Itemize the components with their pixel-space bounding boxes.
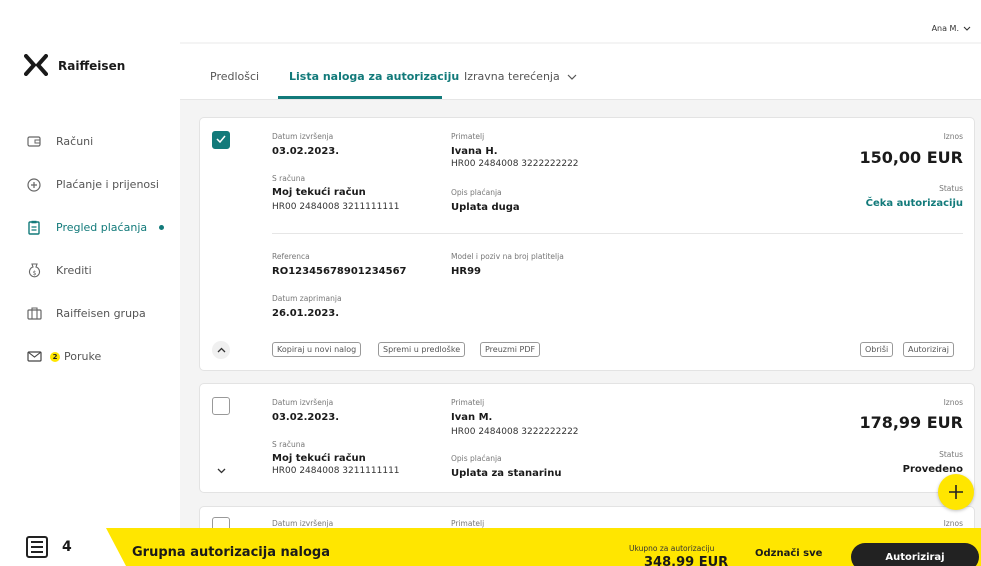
from-account-label: S računa xyxy=(272,174,306,183)
sidebar-item-label: Pregled plaćanja xyxy=(56,221,148,234)
chevron-down-icon xyxy=(963,24,971,33)
copy-to-new-order-button[interactable]: Kopiraj u novi nalog xyxy=(272,342,362,357)
status-label: Status xyxy=(939,184,963,193)
authorize-order-button[interactable]: Autoriziraj xyxy=(903,342,954,357)
amount-label: Iznos xyxy=(943,519,963,528)
selected-count: 4 xyxy=(62,539,72,555)
tab-lista-naloga[interactable]: Lista naloga za autorizaciju xyxy=(289,70,459,83)
sidebar-item-krediti[interactable]: $ Krediti xyxy=(0,249,180,292)
chevron-up-icon xyxy=(217,347,225,353)
execution-date: 03.02.2023. xyxy=(272,412,340,423)
sidebar-item-label: Računi xyxy=(56,135,94,148)
plus-icon xyxy=(949,485,963,499)
model-value: HR99 xyxy=(451,266,481,277)
expand-button[interactable] xyxy=(212,462,230,480)
sidebar-item-label: Raiffeisen grupa xyxy=(56,307,146,320)
money-bag-icon: $ xyxy=(26,263,42,279)
list-icon xyxy=(26,536,48,558)
collapse-button[interactable] xyxy=(212,341,230,359)
received-date: 26.01.2023. xyxy=(272,308,340,319)
payee-iban: HR00 2484008 3222222222 xyxy=(451,159,579,169)
model-label: Model i poziv na broj platitelja xyxy=(451,252,564,261)
payee-label: Primatelj xyxy=(451,519,485,528)
amount-label: Iznos xyxy=(943,132,963,141)
sidebar-item-racuni[interactable]: Računi xyxy=(0,120,180,163)
active-indicator-dot xyxy=(159,225,165,230)
card-divider xyxy=(272,233,963,234)
tab-predlosci[interactable]: Predlošci xyxy=(210,70,259,83)
status-value: Čeka autorizaciju xyxy=(865,198,963,209)
payment-description: Uplata duga xyxy=(451,202,520,213)
plus-circle-icon xyxy=(26,177,42,193)
payee-name: Ivan M. xyxy=(451,412,493,423)
authorize-all-button[interactable]: Autoriziraj xyxy=(851,543,979,566)
group-authorization-bar: 4 Grupna autorizacija naloga Ukupno za a… xyxy=(0,528,981,566)
tab-label: Izravna terećenja xyxy=(464,70,560,83)
payment-amount: 178,99 EUR xyxy=(859,413,963,432)
payee-iban: HR00 2484008 3222222222 xyxy=(451,427,579,437)
delete-button[interactable]: Obriši xyxy=(860,342,894,357)
chevron-down-icon xyxy=(567,70,577,83)
payment-amount: 150,00 EUR xyxy=(859,148,963,167)
total-amount: 348,99 EUR xyxy=(644,555,729,566)
reference-value: RO12345678901234567 xyxy=(272,266,407,277)
reference-label: Referenca xyxy=(272,252,310,261)
payee-label: Primatelj xyxy=(451,398,485,407)
active-tab-indicator xyxy=(278,96,442,99)
user-menu[interactable]: Ana M. xyxy=(932,24,971,33)
brand-name: Raiffeisen xyxy=(58,59,126,73)
unread-badge: 2 xyxy=(50,351,60,362)
unmark-all-button[interactable]: Odznači sve xyxy=(755,548,822,559)
brand-logo[interactable]: Raiffeisen xyxy=(24,54,125,78)
payment-order-card: Datum izvršenja 03.02.2023. S računa Moj… xyxy=(199,117,975,371)
payment-order-card: Datum izvršenja 03.02.2023. S računa Moj… xyxy=(199,383,975,493)
save-to-templates-button[interactable]: Spremi u predloške xyxy=(378,342,466,357)
tab-bar: Predlošci Lista naloga za autorizaciju I… xyxy=(180,44,981,100)
status-label: Status xyxy=(939,450,963,459)
sidebar-item-raiffeisen-grupa[interactable]: Raiffeisen grupa xyxy=(0,292,180,335)
from-account-iban: HR00 2484008 3211111111 xyxy=(272,202,400,212)
sidebar-item-poruke[interactable]: 2 Poruke xyxy=(0,335,180,378)
payee-name: Ivana H. xyxy=(451,146,498,157)
sidebar-nav: Računi Plaćanje i prijenosi Pregled plać… xyxy=(0,120,180,378)
svg-text:$: $ xyxy=(32,270,36,277)
clipboard-icon xyxy=(26,220,42,236)
chevron-down-icon xyxy=(217,468,225,474)
group-authorization-title: Grupna autorizacija naloga xyxy=(132,545,330,560)
description-label: Opis plaćanja xyxy=(451,454,502,463)
execution-date: 03.02.2023. xyxy=(272,146,340,157)
payment-description: Uplata za stanarinu xyxy=(451,468,562,479)
raiffeisen-logo-icon xyxy=(24,54,48,78)
payee-label: Primatelj xyxy=(451,132,485,141)
add-order-button[interactable] xyxy=(938,474,974,510)
order-checkbox[interactable] xyxy=(212,131,230,149)
total-label: Ukupno za autorizaciju xyxy=(629,544,715,553)
date-label: Datum izvršenja xyxy=(272,398,334,407)
from-account-name: Moj tekući račun xyxy=(272,453,366,464)
mail-icon xyxy=(26,349,42,365)
sidebar: Raiffeisen Računi Plaćanje i prijenosi P… xyxy=(0,0,180,566)
tab-izravna-terecenja[interactable]: Izravna terećenja xyxy=(464,70,577,83)
amount-label: Iznos xyxy=(943,398,963,407)
user-name: Ana M. xyxy=(931,24,959,33)
description-label: Opis plaćanja xyxy=(451,188,502,197)
date-label: Datum izvršenja xyxy=(272,519,334,528)
from-account-iban: HR00 2484008 3211111111 xyxy=(272,466,400,476)
selection-counter: 4 xyxy=(0,528,100,566)
top-header: Ana M. xyxy=(180,0,981,42)
date-label: Datum izvršenja xyxy=(272,132,334,141)
sidebar-item-label: Poruke xyxy=(64,350,102,363)
download-pdf-button[interactable]: Preuzmi PDF xyxy=(480,342,541,357)
sidebar-item-pregled-placanja[interactable]: Pregled plaćanja xyxy=(0,206,180,249)
sidebar-item-label: Krediti xyxy=(56,264,92,277)
received-date-label: Datum zaprimanja xyxy=(272,294,342,303)
from-account-label: S računa xyxy=(272,440,306,449)
order-checkbox[interactable] xyxy=(212,397,230,415)
sidebar-item-label: Plaćanje i prijenosi xyxy=(56,178,159,191)
wallet-icon xyxy=(26,134,42,150)
briefcase-icon xyxy=(26,306,42,322)
sidebar-item-placanje[interactable]: Plaćanje i prijenosi xyxy=(0,163,180,206)
from-account-name: Moj tekući račun xyxy=(272,187,366,198)
